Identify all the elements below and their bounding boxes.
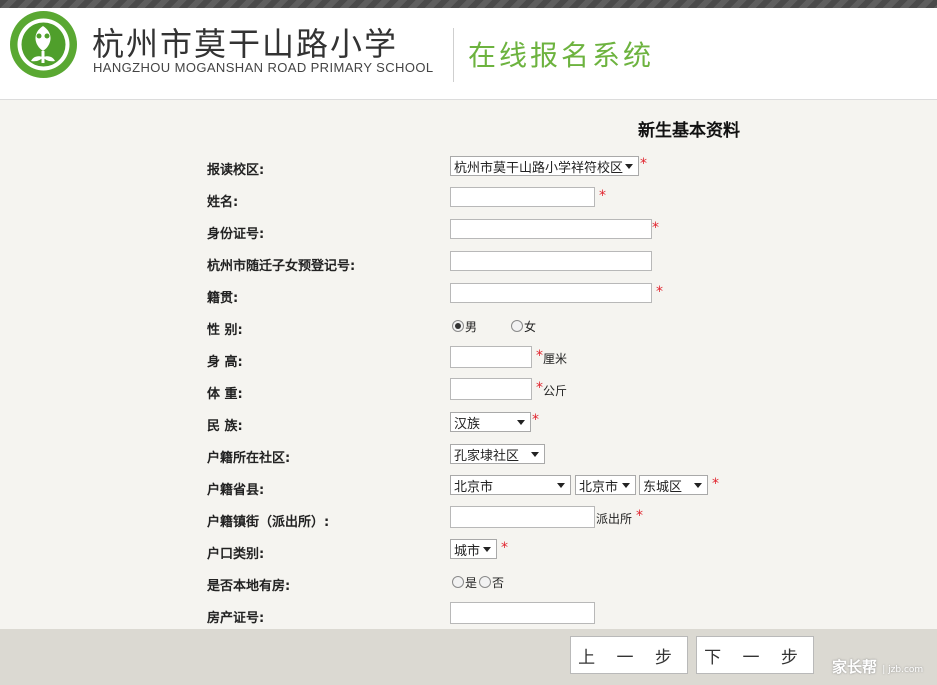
footer-bar: 上 一 步 下 一 步 — [0, 629, 937, 685]
gender-male-radio[interactable] — [452, 320, 464, 332]
property-cert-label: 房产证号: — [207, 611, 265, 626]
ethnicity-select-value: 汉族 — [454, 416, 481, 432]
chevron-down-icon — [694, 483, 702, 488]
form-row-property-cert: 房产证号: — [0, 601, 937, 629]
hukou-type-select[interactable]: 城市 — [450, 539, 497, 559]
local-house-yes-radio[interactable] — [452, 576, 464, 588]
form-row-province-county: 户籍省县: 北京市 北京市 东城区 * — [0, 473, 937, 501]
watermark-brand: 家长帮 — [832, 658, 878, 676]
required-mark: * — [656, 284, 663, 300]
chevron-down-icon — [483, 547, 491, 552]
local-house-no-label: 否 — [492, 576, 505, 590]
city-select-value: 北京市 — [579, 479, 619, 495]
province-county-label: 户籍省县: — [207, 483, 265, 498]
form-row-ethnicity: 民 族: 汉族 * — [0, 409, 937, 437]
chevron-down-icon — [622, 483, 630, 488]
id-number-input[interactable] — [450, 219, 652, 239]
header: 杭州市莫干山路小学 HANGZHOU MOGANSHAN ROAD PRIMAR… — [0, 8, 937, 100]
form-row-name: 姓名: * — [0, 185, 937, 213]
weight-unit: 公斤 — [543, 384, 568, 398]
top-decorative-strip — [0, 0, 937, 8]
native-place-input[interactable] — [450, 283, 652, 303]
page-title: 新生基本资料 — [638, 121, 740, 141]
required-mark: * — [636, 508, 643, 524]
watermark: 家长帮 | jzb.com — [832, 658, 924, 676]
local-house-no-radio[interactable] — [479, 576, 491, 588]
gender-label: 性 别: — [207, 323, 243, 338]
required-mark: * — [501, 540, 508, 556]
required-mark: * — [652, 220, 659, 236]
id-number-label: 身份证号: — [207, 227, 265, 242]
community-select-value: 孔家埭社区 — [454, 448, 520, 464]
street-suffix: 派出所 — [596, 512, 633, 526]
district-select[interactable]: 东城区 — [639, 475, 708, 495]
province-select[interactable]: 北京市 — [450, 475, 571, 495]
weight-input[interactable] — [450, 378, 532, 400]
form-row-native-place: 籍贯: * — [0, 281, 937, 309]
form-row-street: 户籍镇街（派出所）: 派出所 * — [0, 505, 937, 533]
form-row-community: 户籍所在社区: 孔家埭社区 — [0, 441, 937, 469]
ethnicity-select[interactable]: 汉族 — [450, 412, 531, 432]
height-input[interactable] — [450, 346, 532, 368]
chevron-down-icon — [531, 452, 539, 457]
prev-step-button[interactable]: 上 一 步 — [570, 636, 688, 674]
school-name-cn: 杭州市莫干山路小学 — [92, 25, 399, 63]
hukou-type-label: 户口类别: — [207, 547, 265, 562]
form-row-local-house: 是否本地有房: 是 否 — [0, 569, 937, 597]
community-select[interactable]: 孔家埭社区 — [450, 444, 545, 464]
province-select-value: 北京市 — [454, 479, 494, 495]
weight-label: 体 重: — [207, 387, 243, 402]
street-label: 户籍镇街（派出所）: — [207, 515, 330, 530]
community-label: 户籍所在社区: — [207, 451, 291, 466]
campus-label: 报读校区: — [207, 163, 265, 178]
local-house-yes-label: 是 — [465, 576, 478, 590]
local-house-label: 是否本地有房: — [207, 579, 291, 594]
form-row-campus: 报读校区: 杭州市莫干山路小学祥符校区 * — [0, 153, 937, 181]
chevron-down-icon — [557, 483, 565, 488]
form-row-migrant-reg: 杭州市随迁子女预登记号: — [0, 249, 937, 277]
hukou-type-select-value: 城市 — [454, 543, 481, 559]
height-unit: 厘米 — [543, 352, 568, 366]
form-row-gender: 性 别: 男 女 — [0, 313, 937, 341]
required-mark: * — [532, 412, 539, 428]
property-cert-input[interactable] — [450, 602, 595, 624]
campus-select[interactable]: 杭州市莫干山路小学祥符校区 — [450, 156, 639, 176]
city-select[interactable]: 北京市 — [575, 475, 636, 495]
system-name: 在线报名系统 — [468, 39, 655, 72]
native-place-label: 籍贯: — [207, 291, 239, 306]
ethnicity-label: 民 族: — [207, 419, 243, 434]
migrant-reg-input[interactable] — [450, 251, 652, 271]
height-label: 身 高: — [207, 355, 243, 370]
required-mark: * — [640, 156, 647, 172]
gender-male-label: 男 — [465, 320, 478, 334]
form-row-hukou-type: 户口类别: 城市 * — [0, 537, 937, 565]
district-select-value: 东城区 — [643, 479, 683, 495]
migrant-reg-label: 杭州市随迁子女预登记号: — [207, 259, 356, 274]
required-mark: * — [536, 348, 543, 364]
header-divider — [453, 28, 454, 82]
required-mark: * — [536, 380, 543, 396]
gender-female-radio[interactable] — [511, 320, 523, 332]
form-row-weight: 体 重: * 公斤 — [0, 377, 937, 405]
campus-select-value: 杭州市莫干山路小学祥符校区 — [454, 160, 624, 176]
school-name-en: HANGZHOU MOGANSHAN ROAD PRIMARY SCHOOL — [93, 60, 434, 75]
name-label: 姓名: — [207, 195, 239, 210]
form-row-id-number: 身份证号: * — [0, 217, 937, 245]
required-mark: * — [712, 476, 719, 492]
chevron-down-icon — [625, 164, 633, 169]
watermark-domain: jzb.com — [888, 665, 924, 675]
form-row-height: 身 高: * 厘米 — [0, 345, 937, 373]
chevron-down-icon — [517, 420, 525, 425]
required-mark: * — [599, 188, 606, 204]
name-input[interactable] — [450, 187, 595, 207]
gender-female-label: 女 — [524, 320, 537, 334]
next-step-button[interactable]: 下 一 步 — [696, 636, 814, 674]
street-input[interactable] — [450, 506, 595, 528]
school-logo-icon — [10, 11, 77, 78]
